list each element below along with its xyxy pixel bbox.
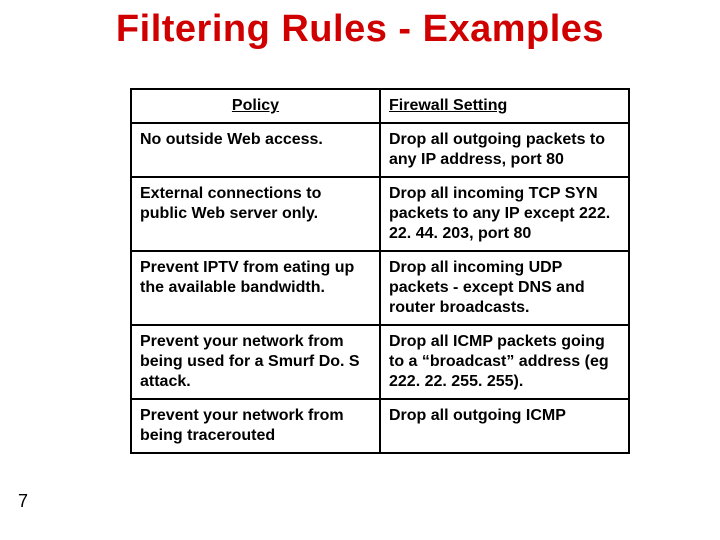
cell-policy: No outside Web access. [131, 123, 380, 177]
table-row: Prevent your network from being tracerou… [131, 399, 629, 453]
cell-policy: Prevent IPTV from eating up the availabl… [131, 251, 380, 325]
cell-setting: Drop all outgoing ICMP [380, 399, 629, 453]
cell-policy: External connections to public Web serve… [131, 177, 380, 251]
rules-table-container: Policy Firewall Setting No outside Web a… [130, 88, 630, 454]
table-row: Prevent IPTV from eating up the availabl… [131, 251, 629, 325]
cell-policy: Prevent your network from being used for… [131, 325, 380, 399]
slide: Filtering Rules - Examples Policy Firewa… [0, 0, 720, 540]
table-header-row: Policy Firewall Setting [131, 89, 629, 123]
cell-setting: Drop all outgoing packets to any IP addr… [380, 123, 629, 177]
table-row: Prevent your network from being used for… [131, 325, 629, 399]
header-setting: Firewall Setting [380, 89, 629, 123]
header-policy: Policy [131, 89, 380, 123]
cell-setting: Drop all incoming TCP SYN packets to any… [380, 177, 629, 251]
table-row: No outside Web access. Drop all outgoing… [131, 123, 629, 177]
cell-setting: Drop all ICMP packets going to a “broadc… [380, 325, 629, 399]
cell-policy: Prevent your network from being tracerou… [131, 399, 380, 453]
page-number: 7 [18, 491, 28, 512]
slide-title: Filtering Rules - Examples [0, 8, 720, 51]
table-row: External connections to public Web serve… [131, 177, 629, 251]
rules-table: Policy Firewall Setting No outside Web a… [130, 88, 630, 454]
cell-setting: Drop all incoming UDP packets - except D… [380, 251, 629, 325]
